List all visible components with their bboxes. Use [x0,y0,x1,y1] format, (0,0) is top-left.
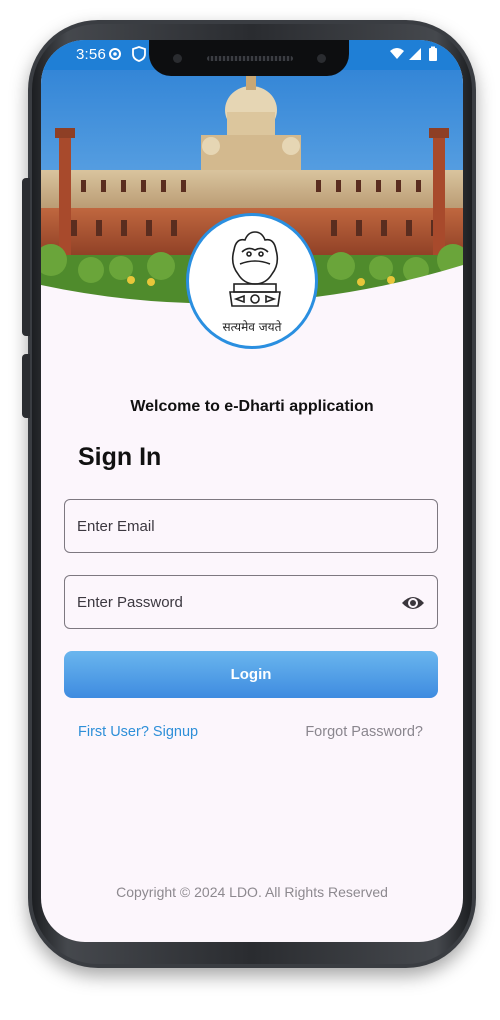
welcome-text: Welcome to e-Dharti application [130,398,374,415]
camera-dot [173,54,182,63]
email-input[interactable] [65,500,437,552]
national-emblem-badge: सत्यमेव जयते [186,213,318,349]
app-screen: 3:56 सत्यमेव जयते Welcome to e-Dharti ap… [41,40,463,942]
wifi-icon [390,48,404,59]
power-button [22,354,30,418]
volume-button [22,178,30,336]
shield-icon [132,46,146,62]
password-field[interactable] [64,575,438,629]
status-time: 3:56 [76,46,106,63]
national-emblem [229,231,281,307]
login-button[interactable]: Login [64,651,438,698]
forgot-password-link[interactable]: Forgot Password? [305,724,423,740]
signup-link[interactable]: First User? Signup [78,724,198,740]
gear-icon [109,48,121,60]
copyright-text: Copyright © 2024 LDO. All Rights Reserve… [116,884,388,900]
page-title: Sign In [78,443,162,471]
sensor-dot [317,54,326,63]
email-field[interactable] [64,499,438,553]
camera-notch [149,40,349,76]
battery-icon [429,46,437,61]
signal-icon [409,48,421,60]
earpiece-speaker [207,56,293,61]
emblem-motto: सत्यमेव जयते [222,320,282,334]
password-input[interactable] [65,576,437,628]
eye-icon[interactable] [401,592,425,614]
